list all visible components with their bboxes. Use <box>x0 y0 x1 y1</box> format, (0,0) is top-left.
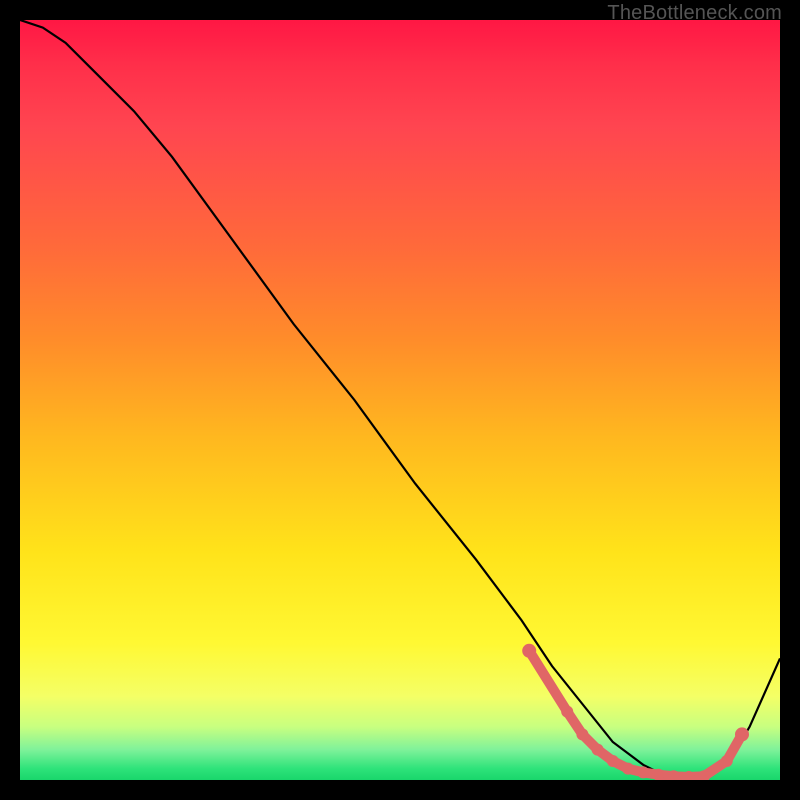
marker-dot <box>735 727 749 741</box>
marker-dot <box>576 728 588 740</box>
chart-frame: TheBottleneck.com <box>0 0 800 800</box>
marker-dot <box>607 755 619 767</box>
marker-dot <box>561 706 573 718</box>
marker-dot <box>592 744 604 756</box>
marker-dot <box>622 763 634 775</box>
marker-dot <box>522 644 536 658</box>
chart-svg <box>20 20 780 780</box>
plot-area <box>20 20 780 780</box>
marker-dot <box>721 755 733 767</box>
bottleneck-curve-path <box>20 20 780 780</box>
marker-dot <box>637 766 649 778</box>
